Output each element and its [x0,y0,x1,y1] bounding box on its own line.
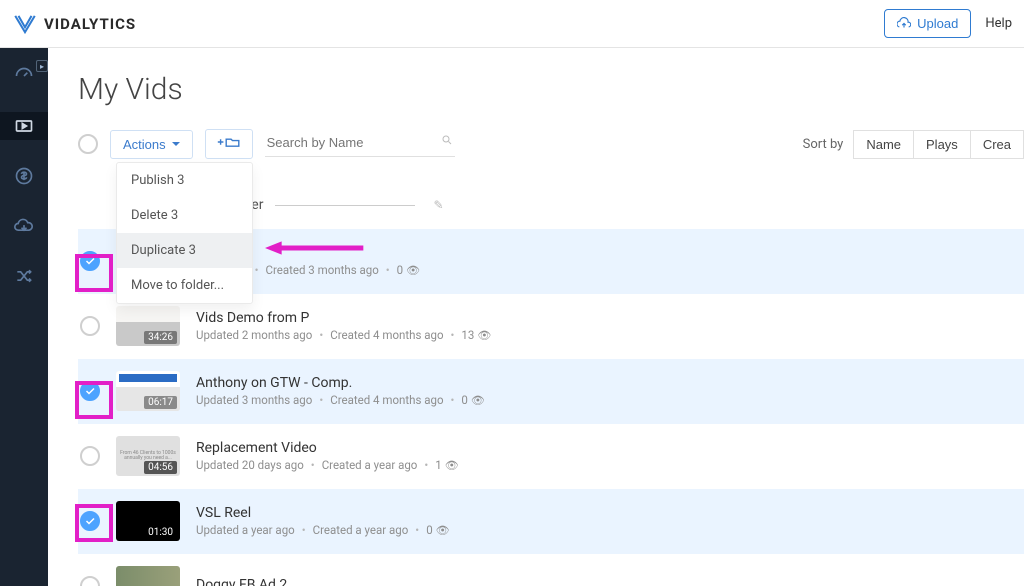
eye-icon: 👁 [477,329,491,342]
check-icon [84,255,96,267]
new-folder-button[interactable] [205,129,253,159]
brand-name: VIDALYTICS [44,15,136,33]
video-duration: 06:17 [144,396,177,409]
video-created: Created 4 months ago [330,393,443,407]
video-created: Created 4 months ago [330,328,443,342]
brand-logo[interactable]: VIDALYTICS [12,11,136,37]
video-row[interactable]: Doggy FB Ad 2 [78,554,1024,586]
menu-duplicate[interactable]: Duplicate 3 [117,233,252,268]
top-bar: VIDALYTICS Upload Help [0,0,1024,48]
nav-videos-icon[interactable] [0,112,48,140]
video-views: 1 [435,458,441,472]
video-row[interactable]: 01:30 VSL Reel Updated a year ago Create… [78,489,1024,554]
video-checkbox[interactable] [80,316,100,336]
nav-monetize-icon[interactable] [0,162,48,190]
video-updated: Updated 3 months ago [196,393,312,407]
search-input[interactable] [265,133,455,152]
video-thumbnail[interactable]: 06:17 [116,371,180,411]
menu-move-to-folder[interactable]: Move to folder... [117,268,252,303]
eye-icon: 👁 [445,459,459,472]
sort-bar: Sort by Name Plays Crea [803,130,1024,159]
video-views: 13 [461,328,474,342]
nav-cloud-icon[interactable] [0,212,48,240]
nav-flyout-toggle[interactable]: ▸ [36,60,48,72]
video-title: VSL Reel [196,505,450,521]
video-thumbnail[interactable]: From 46 Clients to 1000s annually you ne… [116,436,180,476]
new-folder-icon [216,135,242,149]
search-icon [441,134,453,150]
sort-plays-button[interactable]: Plays [914,130,971,159]
upload-button[interactable]: Upload [884,9,971,38]
eye-icon: 👁 [436,524,450,537]
actions-dropdown-menu: Publish 3 Delete 3 Duplicate 3 Move to f… [116,162,253,304]
video-checkbox[interactable] [80,446,100,466]
video-updated: Updated 20 days ago [196,458,304,472]
sort-name-button[interactable]: Name [853,130,914,159]
video-duration: 04:56 [144,461,177,474]
upload-icon [897,17,911,31]
actions-dropdown-button[interactable]: Actions [110,130,193,159]
video-title: Doggy FB Ad 2 [196,577,287,586]
video-thumbnail[interactable] [116,566,180,586]
video-views: 0 [461,393,467,407]
eye-icon: 👁 [471,394,485,407]
select-all-checkbox[interactable] [78,134,98,154]
video-title: Replacement Video [196,440,459,456]
sort-label: Sort by [803,137,844,152]
sort-created-button[interactable]: Crea [971,130,1024,159]
annotation-arrow-icon [265,238,365,258]
nav-shuffle-icon[interactable] [0,262,48,290]
video-checkbox[interactable] [80,576,100,586]
video-views: 0 [426,523,432,537]
toolbar: Actions Sort by Name Plays Crea [78,129,1024,159]
check-icon [84,515,96,527]
page-title: My Vids [78,72,1024,107]
left-nav [0,48,48,586]
folder-underline [275,204,415,206]
video-duration: 34:26 [144,331,177,344]
check-icon [84,385,96,397]
menu-publish[interactable]: Publish 3 [117,163,252,198]
video-checkbox[interactable] [80,251,100,271]
main-content: My Vids Actions Sort by [48,48,1024,586]
video-created: Created a year ago [322,458,418,472]
video-created: Created 3 months ago [265,263,378,277]
video-thumbnail[interactable]: 34:26 [116,306,180,346]
video-views: 0 [397,263,403,277]
menu-delete[interactable]: Delete 3 [117,198,252,233]
video-row[interactable]: 06:17 Anthony on GTW - Comp. Updated 3 m… [78,359,1024,424]
brand-logo-icon [12,11,38,37]
caret-down-icon [172,142,180,146]
video-created: Created a year ago [313,523,409,537]
search-field[interactable] [265,132,455,157]
video-checkbox[interactable] [80,511,100,531]
video-title: Anthony on GTW - Comp. [196,375,485,391]
eye-icon: 👁 [406,264,420,277]
pencil-icon[interactable]: ✎ [433,198,443,212]
help-link[interactable]: Help [985,16,1012,31]
upload-label: Upload [917,16,958,31]
video-updated: Updated a year ago [196,523,295,537]
video-thumbnail[interactable]: 01:30 [116,501,180,541]
video-checkbox[interactable] [80,381,100,401]
video-title: Vids Demo from P [196,310,491,326]
video-duration: 01:30 [144,526,177,539]
video-row[interactable]: From 46 Clients to 1000s annually you ne… [78,424,1024,489]
video-updated: Updated 2 months ago [196,328,312,342]
